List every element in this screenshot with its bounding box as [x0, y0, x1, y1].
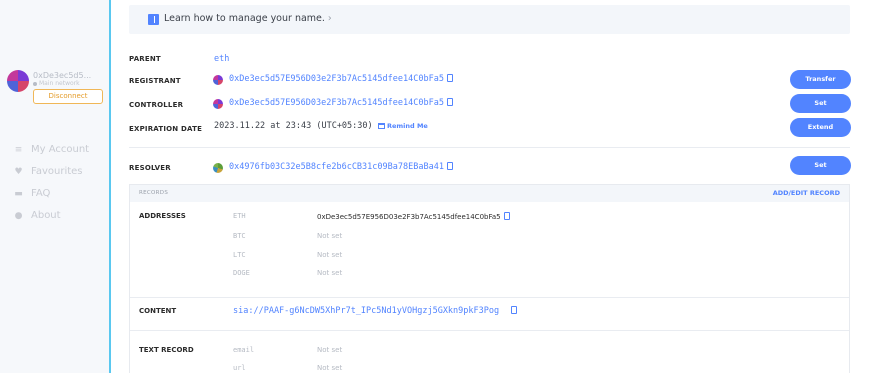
- list-icon: ≡: [14, 144, 23, 155]
- doge-address-value: Not set: [317, 269, 343, 277]
- records-title: RECORDS: [139, 190, 169, 196]
- resolver-avatar: [213, 163, 223, 173]
- sidebar-item-my-account[interactable]: ≡ My Account: [14, 144, 89, 155]
- set-resolver-button[interactable]: Set: [790, 156, 851, 175]
- chevron-right-icon: ›: [324, 13, 332, 24]
- sidebar-border: [109, 0, 111, 373]
- copy-icon[interactable]: [503, 212, 510, 220]
- expiration-value: 2023.11.22 at 23:43 (UTC+05:30): [214, 121, 373, 131]
- divider: [129, 147, 850, 148]
- expiration-label: EXPIRATION DATE: [129, 125, 203, 133]
- controller-avatar: [213, 99, 223, 109]
- eth-address-value[interactable]: 0xDe3ec5d57E956D03e2F3b7Ac5145dfee14C0bF…: [317, 213, 501, 221]
- text-record-label: TEXT RECORD: [139, 346, 194, 354]
- coin-label: LTC: [233, 251, 246, 259]
- remind-me-link[interactable]: Remind Me: [378, 122, 428, 130]
- coin-label: DOGE: [233, 269, 250, 277]
- disconnect-button[interactable]: Disconnect: [33, 89, 103, 104]
- help-banner[interactable]: Learn how to manage your name. ›: [129, 5, 850, 34]
- controller-address[interactable]: 0xDe3ec5d57E956D03e2F3b7Ac5145dfee14C0bF…: [229, 98, 444, 108]
- coin-label: BTC: [233, 232, 246, 240]
- copy-icon[interactable]: [446, 74, 453, 82]
- calendar-icon: [378, 123, 385, 129]
- resolver-address[interactable]: 0x4976fb03C32e5B8cfe2b6cCB31c09Ba78EBaBa…: [229, 162, 444, 172]
- text-record-key: email: [233, 346, 255, 354]
- transfer-button[interactable]: Transfer: [790, 70, 851, 89]
- btc-address-value: Not set: [317, 232, 343, 240]
- info-icon: ●: [14, 210, 23, 221]
- book-icon: [148, 14, 159, 25]
- controller-label: CONTROLLER: [129, 101, 184, 109]
- sidebar-item-label: About: [31, 210, 61, 221]
- copy-icon[interactable]: [446, 98, 453, 106]
- coin-label: ETH: [233, 212, 246, 220]
- content-value[interactable]: sia://PAAF-g6NcDW5XhPr7t_IPc5Nd1yVOHgzj5…: [233, 306, 499, 316]
- divider: [130, 330, 849, 331]
- sidebar-item-faq[interactable]: ▬ FAQ: [14, 188, 50, 199]
- account-avatar[interactable]: [7, 70, 29, 92]
- parent-value[interactable]: eth: [214, 54, 229, 64]
- sidebar-item-label: FAQ: [31, 188, 51, 199]
- registrant-label: REGISTRANT: [129, 77, 181, 85]
- copy-icon[interactable]: [511, 306, 518, 314]
- network-dot-icon: [33, 81, 37, 86]
- banner-text: Learn how to manage your name.: [164, 13, 325, 24]
- sidebar-item-about[interactable]: ● About: [14, 210, 61, 221]
- sidebar-item-label: My Account: [31, 144, 90, 155]
- addresses-label: ADDRESSES: [139, 212, 186, 220]
- email-record-value: Not set: [317, 346, 343, 354]
- parent-label: PARENT: [129, 55, 161, 63]
- sidebar-item-favourites[interactable]: ♥ Favourites: [14, 166, 83, 177]
- content-label: CONTENT: [139, 307, 177, 315]
- sidebar: 0xDe3ec5d5... Main network Disconnect ≡ …: [0, 0, 111, 373]
- heart-icon: ♥: [14, 166, 23, 177]
- ltc-address-value: Not set: [317, 251, 343, 259]
- extend-button[interactable]: Extend: [790, 118, 851, 137]
- records-panel: RECORDS ADD/EDIT RECORD ADDRESSES ETH 0x…: [129, 184, 850, 373]
- url-record-value: Not set: [317, 364, 343, 372]
- registrant-address[interactable]: 0xDe3ec5d57E956D03e2F3b7Ac5145dfee14C0bF…: [229, 74, 444, 84]
- set-controller-button[interactable]: Set: [790, 94, 851, 113]
- text-record-key: url: [233, 364, 246, 372]
- sidebar-item-label: Favourites: [31, 166, 83, 177]
- account-address[interactable]: 0xDe3ec5d5...: [33, 71, 91, 80]
- network-label: Main network: [39, 80, 80, 87]
- registrant-avatar: [213, 75, 223, 85]
- resolver-label: RESOLVER: [129, 164, 171, 172]
- remind-me-label: Remind Me: [387, 122, 428, 130]
- network-indicator: Main network: [33, 80, 80, 87]
- chat-icon: ▬: [14, 188, 23, 199]
- copy-icon[interactable]: [446, 162, 453, 170]
- divider: [130, 297, 849, 298]
- add-edit-record-button[interactable]: ADD/EDIT RECORD: [773, 189, 840, 197]
- records-header: RECORDS ADD/EDIT RECORD: [130, 185, 849, 202]
